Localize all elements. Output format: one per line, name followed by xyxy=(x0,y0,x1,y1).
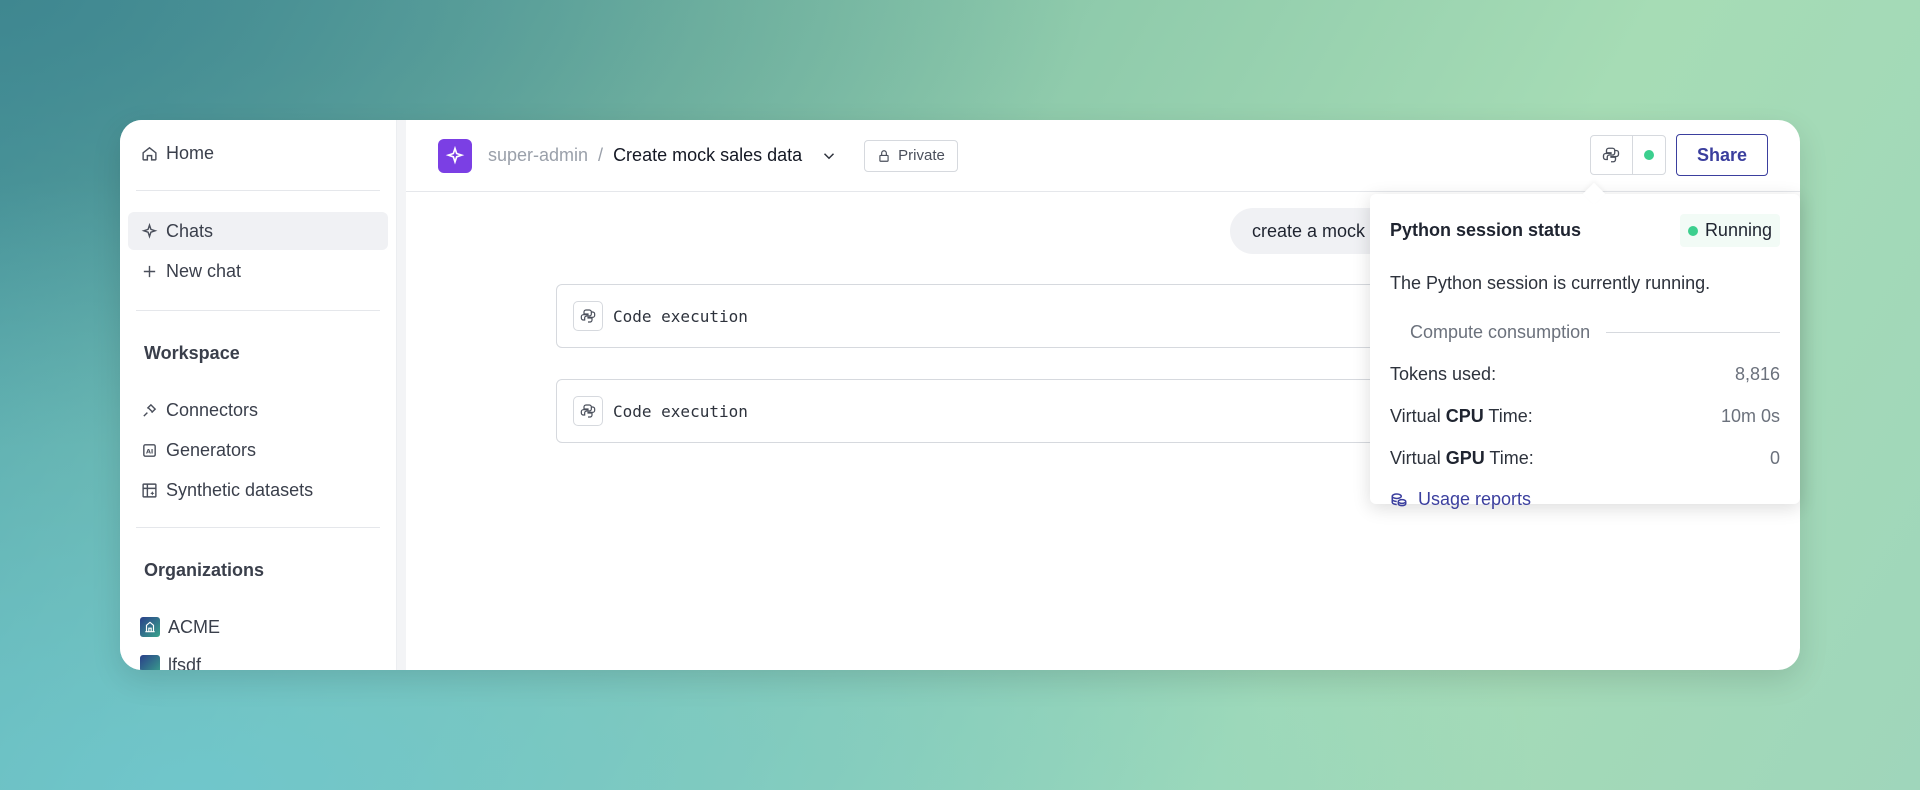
workspace-heading: Workspace xyxy=(144,342,240,363)
status-dot-icon xyxy=(1687,225,1698,236)
sidebar-item-label: lfsdf xyxy=(168,654,202,671)
metric-label: Tokens used: xyxy=(1390,364,1497,384)
code-execution-card[interactable]: Code execution xyxy=(556,284,1456,348)
sidebar-item-org-lfsdf[interactable]: lfsdf xyxy=(128,646,388,670)
section-divider xyxy=(1606,332,1780,333)
popover-description: The Python session is currently running. xyxy=(1390,273,1711,293)
visibility-button[interactable]: Private xyxy=(864,139,958,172)
home-icon xyxy=(140,144,158,162)
usage-reports-link[interactable]: Usage reports xyxy=(1390,489,1780,510)
sidebar-item-home[interactable]: Home xyxy=(128,134,388,172)
organizations-heading: Organizations xyxy=(144,559,265,580)
python-icon xyxy=(573,396,603,426)
chat-header: super-admin / Create mock sales data Pri… xyxy=(406,120,1800,192)
lock-icon xyxy=(879,149,889,162)
table-sparkle-icon xyxy=(140,481,158,499)
code-execution-label: Code execution xyxy=(613,401,748,421)
org-logo-icon xyxy=(140,655,160,670)
code-execution-card[interactable]: Code execution xyxy=(556,379,1456,443)
sidebar: Home Chats New chat Workspace Connectors… xyxy=(120,120,396,670)
metric-tokens: Tokens used: 8,816 xyxy=(1390,364,1780,385)
metric-value: 10m 0s xyxy=(1720,406,1780,426)
coins-icon xyxy=(1391,492,1407,506)
plug-icon xyxy=(140,401,158,419)
plus-icon xyxy=(140,262,158,280)
sidebar-item-label: Connectors xyxy=(166,399,259,420)
sidebar-item-label: Chats xyxy=(166,220,214,241)
sparkle-icon xyxy=(445,145,465,164)
breadcrumb-owner[interactable]: super-admin xyxy=(488,145,588,166)
ai-chip-icon: AI xyxy=(140,441,158,459)
section-label: Compute consumption xyxy=(1410,322,1591,342)
metric-value: 0 xyxy=(1769,448,1780,468)
app-badge[interactable] xyxy=(438,138,472,173)
sidebar-item-connectors[interactable]: Connectors xyxy=(128,391,388,429)
sidebar-item-synthetic-datasets[interactable]: Synthetic datasets xyxy=(128,471,388,509)
compute-section-header: Compute consumption xyxy=(1390,322,1780,343)
metric-gpu-time: Virtual GPU Time: 0 xyxy=(1390,448,1780,469)
status-badge: Running xyxy=(1679,214,1780,247)
org-logo-icon xyxy=(140,617,160,637)
python-icon xyxy=(1591,136,1633,174)
status-label: Running xyxy=(1704,220,1772,240)
python-icon xyxy=(573,301,603,331)
chevron-down-icon[interactable] xyxy=(820,147,838,165)
header-actions: Share xyxy=(1589,134,1768,176)
sidebar-item-label: New chat xyxy=(166,260,242,281)
svg-text:AI: AI xyxy=(145,447,152,455)
chat-title: Create mock sales data xyxy=(613,145,803,165)
sidebar-item-label: Home xyxy=(166,142,215,163)
metric-value: 8,816 xyxy=(1734,364,1780,384)
sidebar-item-chats[interactable]: Chats xyxy=(128,212,388,250)
sidebar-item-generators[interactable]: AI Generators xyxy=(128,431,388,469)
breadcrumb-separator: / xyxy=(598,145,604,165)
python-status-button[interactable] xyxy=(1589,135,1666,175)
sidebar-item-new-chat[interactable]: New chat xyxy=(128,252,388,290)
metric-label: Virtual GPU Time: xyxy=(1390,448,1534,468)
metric-cpu-time: Virtual CPU Time: 10m 0s xyxy=(1390,406,1780,427)
sidebar-item-org-acme[interactable]: ACME xyxy=(128,608,388,646)
visibility-label: Private xyxy=(898,147,945,164)
share-button[interactable]: Share xyxy=(1675,134,1768,176)
status-indicator xyxy=(1633,150,1665,160)
sidebar-scrollbar[interactable] xyxy=(396,120,406,670)
sparkle-icon xyxy=(140,222,158,240)
sidebar-item-label: Synthetic datasets xyxy=(166,479,314,500)
metric-label: Virtual CPU Time: xyxy=(1390,406,1533,426)
sidebar-item-label: ACME xyxy=(168,616,221,637)
code-execution-label: Code execution xyxy=(613,306,748,326)
sidebar-item-label: Generators xyxy=(166,439,257,460)
popover-title: Python session status xyxy=(1390,220,1582,240)
usage-reports-label: Usage reports xyxy=(1418,489,1532,509)
python-session-popover: Python session status Running The Python… xyxy=(1370,194,1800,509)
